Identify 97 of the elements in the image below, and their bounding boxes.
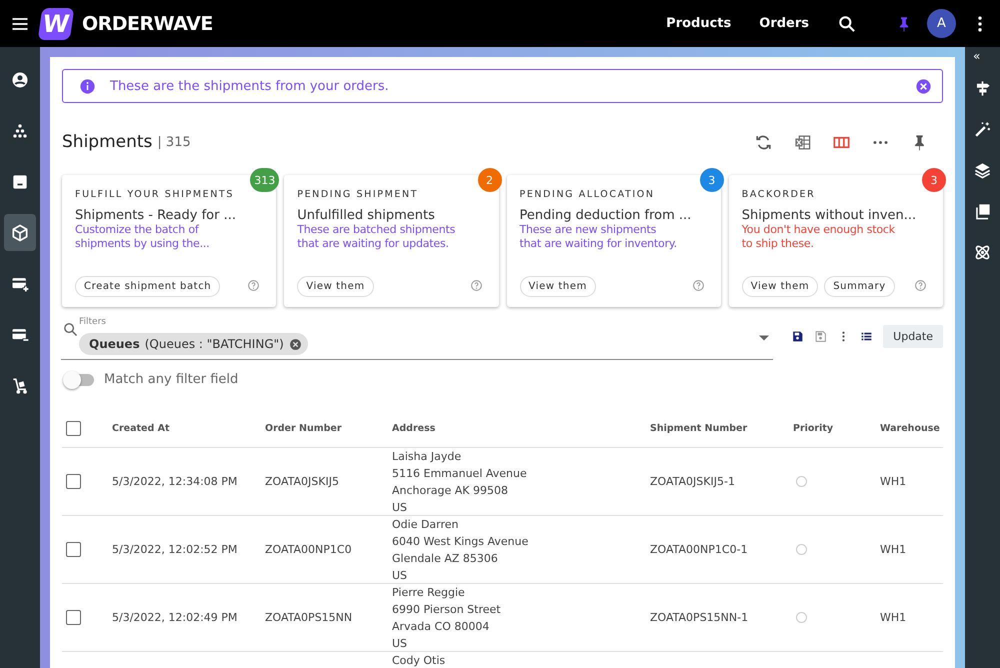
magic-wand-icon[interactable] [973, 120, 992, 139]
card-button[interactable]: View them [520, 276, 596, 297]
address-line: 6040 West Kings Avenue [392, 534, 528, 550]
dropdown-arrow-icon[interactable] [759, 335, 770, 341]
info-icon [79, 78, 96, 94]
card-title: PENDING ALLOCATION [520, 189, 656, 200]
card-button[interactable]: Create shipment batch [75, 276, 220, 297]
address-line: Laisha Jayde [392, 448, 462, 464]
box-icon [10, 222, 30, 242]
address-line: US [392, 636, 408, 652]
column-header[interactable]: Order Number [265, 422, 342, 434]
card-button[interactable]: Summary [824, 276, 895, 297]
checkbox[interactable] [66, 420, 81, 436]
toggle-label: Match any filter field [104, 372, 238, 387]
priority-indicator [796, 544, 807, 555]
count-badge: 3 [922, 168, 946, 192]
checkbox[interactable] [66, 610, 81, 625]
filter-chip[interactable]: Queues (Queues : "BATCHING") [79, 333, 308, 355]
priority-indicator [796, 612, 807, 623]
table-cell: ZOATA0PS15NN-1 [650, 611, 748, 624]
sidebar-item[interactable] [4, 214, 36, 251]
card-title: FULFILL YOUR SHIPMENTS [75, 189, 235, 200]
logo: W [38, 8, 74, 40]
table-cell: 5/3/2022, 12:02:52 PM [112, 543, 238, 556]
card-description: to ship these. [742, 237, 815, 251]
brand-name: ORDERWAVE [82, 12, 213, 34]
checkbox[interactable] [66, 474, 81, 489]
address-line: 5116 Emmanuel Avenue [392, 466, 527, 482]
filter-field[interactable]: Filters Queues (Queues : "BATCHING") [61, 317, 774, 360]
address-line: Odie Darren [392, 516, 459, 532]
search-icon[interactable] [837, 14, 857, 34]
nav-link[interactable]: Products [666, 16, 732, 31]
checkbox[interactable] [66, 542, 81, 557]
collapse-button[interactable]: « [973, 49, 980, 63]
address-line: Anchorage AK 99508 [392, 482, 508, 498]
table-cell: 5/3/2022, 12:34:08 PM [112, 475, 238, 488]
copy-icon[interactable] [973, 202, 992, 221]
table-cell: WH1 [880, 475, 906, 488]
help-icon[interactable] [470, 279, 482, 292]
address-line: Pierre Reggie [392, 584, 465, 600]
layers-icon[interactable] [973, 161, 992, 180]
update-button[interactable]: Update [883, 325, 943, 348]
close-icon[interactable] [915, 78, 932, 94]
column-header[interactable]: Warehouse [880, 422, 940, 434]
card-heading: Shipments without inven... [742, 208, 918, 223]
table-cell: ZOATA00NP1C0-1 [650, 543, 748, 556]
page-title: Shipments [62, 132, 152, 152]
help-icon[interactable] [914, 279, 927, 292]
address-line: Arvada CO 80004 [392, 618, 490, 634]
card-description: Customize the batch of [75, 223, 200, 237]
table-cell: ZOATA0JSKIJ5 [265, 475, 339, 488]
table-cell: ZOATA0PS15NN [265, 611, 352, 624]
count-badge: 313 [250, 168, 280, 192]
card-description: These are new shipments [520, 223, 658, 237]
card-heading: Unfulfilled shipments [297, 208, 436, 223]
alert-message: These are the shipments from your orders. [110, 78, 390, 94]
table-cell: WH1 [880, 543, 906, 556]
toggle-switch[interactable] [66, 374, 94, 386]
help-icon[interactable] [692, 279, 705, 292]
card-button[interactable]: View them [742, 276, 818, 297]
nav-link[interactable]: Orders [759, 16, 809, 31]
address-line: US [392, 500, 408, 516]
card-heading: Pending deduction from ... [520, 208, 692, 223]
card-description: that are waiting for updates. [297, 237, 450, 251]
table-cell: WH1 [880, 611, 906, 624]
address-line: Cody Otis [392, 653, 446, 668]
card-title: PENDING SHIPMENT [297, 189, 420, 200]
remove-icon[interactable] [288, 338, 302, 350]
list-icon[interactable] [860, 330, 874, 343]
table-cell: 5/3/2022, 12:02:49 PM [112, 611, 238, 624]
column-header[interactable]: Shipment Number [650, 422, 748, 434]
count-badge: 3 [700, 168, 724, 192]
atom-icon[interactable] [973, 243, 992, 262]
refresh-icon[interactable] [754, 132, 773, 152]
card-description: These are batched shipments [297, 223, 456, 237]
spreadsheet-icon[interactable] [793, 132, 812, 152]
table-cell: ZOATA0JSKIJ5-1 [650, 475, 735, 488]
account-icon [10, 70, 30, 90]
column-header[interactable]: Created At [112, 422, 170, 434]
save-icon[interactable] [791, 330, 804, 343]
card-button[interactable]: View them [297, 276, 374, 297]
card-heading: Shipments - Ready for ... [75, 208, 237, 223]
priority-indicator [796, 476, 807, 487]
address-line: 6990 Pierson Street [392, 602, 501, 618]
address-line: US [392, 568, 408, 584]
column-header[interactable]: Priority [793, 422, 834, 434]
card-description: You don't have enough stock [742, 223, 896, 237]
avatar[interactable]: A [927, 9, 956, 38]
shipment-count: | 315 [157, 134, 191, 150]
card-title: BACKORDER [742, 189, 816, 200]
card-description: that are waiting for inventory. [520, 237, 678, 251]
address-line: Glendale AZ 85306 [392, 550, 498, 566]
help-icon[interactable] [247, 279, 260, 292]
table-cell: ZOATA00NP1C0 [265, 543, 352, 556]
column-header[interactable]: Address [392, 422, 436, 434]
count-badge: 2 [478, 168, 502, 192]
card-description: shipments by using the... [75, 237, 210, 251]
